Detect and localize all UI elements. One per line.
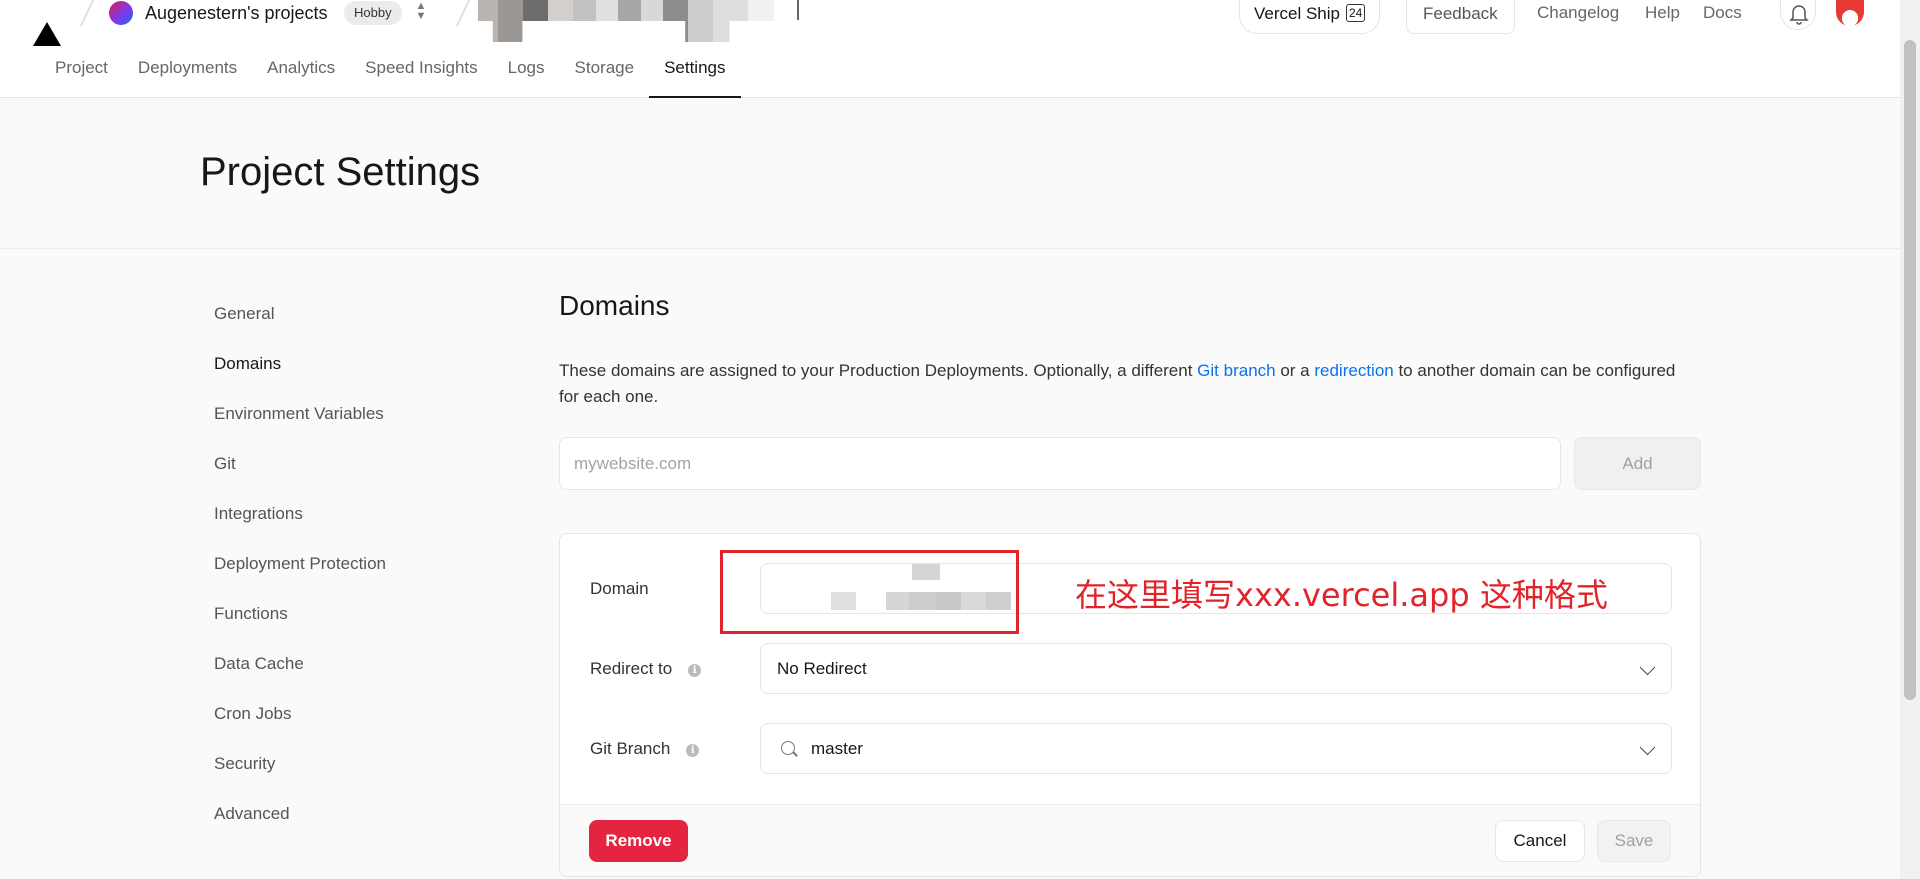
sidebar-item-advanced[interactable]: Advanced [214,802,386,852]
vercel-ship-button[interactable]: Vercel Ship 24 [1239,0,1381,34]
card-footer: Remove Cancel Save [560,804,1700,876]
team-name[interactable]: Augenestern's projects [145,3,328,24]
breadcrumb-separator [455,0,471,26]
title-band: Project Settings [0,98,1900,249]
breadcrumb-separator [79,0,95,26]
sidebar-item-functions[interactable]: Functions [214,602,386,652]
changelog-link[interactable]: Changelog [1537,3,1619,23]
sidebar-item-integrations[interactable]: Integrations [214,502,386,552]
domain-label: Domain [590,579,649,598]
project-tabs: Project Deployments Analytics Speed Insi… [40,58,741,98]
cancel-button[interactable]: Cancel [1495,820,1585,862]
domains-title: Domains [559,290,670,321]
annotation-highlight-box [720,550,1019,634]
notifications-bell-icon[interactable] [1780,0,1816,30]
add-domain-input[interactable] [559,437,1561,490]
description-text: These domains are assigned to your Produ… [559,361,1198,380]
remove-button[interactable]: Remove [589,820,688,862]
tab-speed-insights[interactable]: Speed Insights [350,58,492,98]
save-button[interactable]: Save [1597,820,1671,862]
vercel-ship-label: Vercel Ship [1254,4,1340,23]
tab-logs[interactable]: Logs [493,58,560,98]
vercel-ship-year: 24 [1346,4,1366,22]
scrollbar-thumb[interactable] [1904,40,1916,700]
annotation-text: 在这里填写xxx.vercel.app 这种格式 [1075,576,1608,614]
team-avatar[interactable] [109,1,133,25]
git-branch-label-text: Git Branch [590,739,671,758]
redirect-label-text: Redirect to [590,659,673,678]
sidebar-item-git[interactable]: Git [214,452,386,502]
page-scrollbar[interactable] [1900,0,1920,879]
redacted-project-name[interactable] [478,0,774,42]
tab-settings[interactable]: Settings [649,58,741,98]
git-branch-value: master [811,739,863,758]
redirect-value: No Redirect [777,659,867,678]
sidebar-item-cron-jobs[interactable]: Cron Jobs [214,702,386,752]
sidebar-item-environment-variables[interactable]: Environment Variables [214,402,386,452]
info-icon[interactable]: i [686,744,700,757]
redirection-link[interactable]: redirection [1314,361,1393,380]
redirect-select[interactable]: No Redirect [760,643,1672,694]
tab-storage[interactable]: Storage [560,58,650,98]
chevron-down-icon [1639,739,1656,756]
chevron-down-icon [1639,659,1656,676]
info-icon[interactable]: i [688,664,702,677]
redirect-label: Redirect to i [590,659,702,679]
tab-project[interactable]: Project [40,58,123,98]
tab-deployments[interactable]: Deployments [123,58,252,98]
page-title: Project Settings [200,150,481,194]
top-header: Augenestern's projects Hobby ▲ ▼ Vercel S… [0,0,1900,98]
text-cursor [797,0,799,20]
add-domain-button[interactable]: Add [1574,437,1701,490]
search-icon [781,741,795,755]
plan-badge: Hobby [344,1,402,25]
git-branch-link[interactable]: Git branch [1197,361,1275,380]
git-branch-label: Git Branch i [590,739,700,759]
vercel-logo-icon[interactable] [33,22,61,46]
sidebar-item-deployment-protection[interactable]: Deployment Protection [214,552,386,602]
sidebar-item-general[interactable]: General [214,302,386,352]
docs-link[interactable]: Docs [1703,3,1742,23]
feedback-button[interactable]: Feedback [1406,0,1515,34]
sidebar-item-domains[interactable]: Domains [214,352,386,402]
description-text: or a [1275,361,1315,380]
help-link[interactable]: Help [1645,3,1680,23]
team-switcher-icon[interactable]: ▲ ▼ [414,1,428,25]
domains-description: These domains are assigned to your Produ… [559,358,1699,410]
git-branch-select[interactable]: master [760,723,1672,774]
sidebar-item-data-cache[interactable]: Data Cache [214,652,386,702]
settings-sidebar: General Domains Environment Variables Gi… [214,302,386,852]
user-avatar[interactable] [1836,0,1864,26]
sidebar-item-security[interactable]: Security [214,752,386,802]
tab-analytics[interactable]: Analytics [252,58,350,98]
